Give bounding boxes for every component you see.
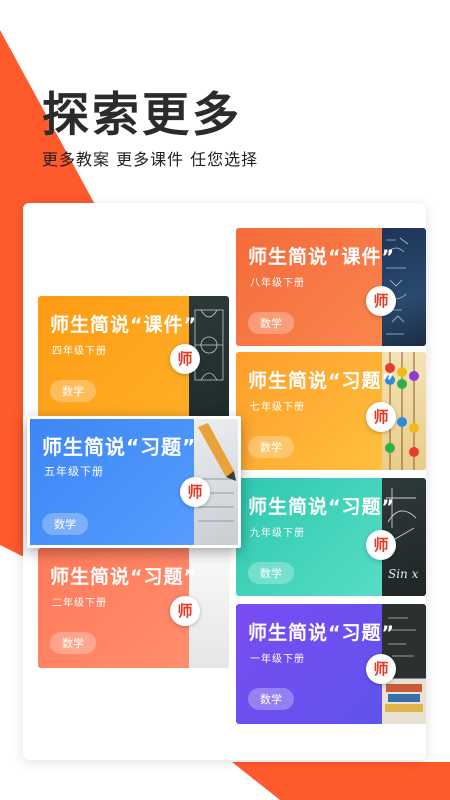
- course-card-grade2[interactable]: 师生简说“习题” 二年级下册 数学 师: [38, 548, 229, 668]
- card-grade: 四年级下册: [52, 346, 107, 357]
- course-card-grade9[interactable]: Sin x 师生简说“习题” 九年级下册 数学 师: [236, 478, 426, 596]
- card-subject-tag: 数学: [248, 688, 294, 710]
- card-grade: 五年级下册: [44, 465, 104, 478]
- card-grade: 七年级下册: [250, 402, 305, 413]
- card-grade: 九年级下册: [250, 528, 305, 539]
- teacher-logo-icon: 师: [180, 477, 210, 507]
- teacher-logo-icon: 师: [170, 596, 200, 626]
- card-subject-tag: 数学: [42, 513, 88, 535]
- card-subject-tag: 数学: [50, 380, 96, 402]
- card-grade: 八年级下册: [250, 278, 305, 289]
- course-card-grade4[interactable]: 师生简说“课件” 四年级下册 数学 师: [38, 296, 229, 424]
- card-title: 师生简说“习题”: [50, 566, 197, 588]
- card-title: 师生简说“课件”: [248, 246, 395, 268]
- teacher-logo-icon: 师: [366, 402, 396, 432]
- course-card-grade1[interactable]: 师生简说“习题” 一年级下册 数学 师: [236, 604, 426, 724]
- card-title: 师生简说“习题”: [248, 370, 395, 392]
- card-grade: 二年级下册: [52, 598, 107, 609]
- teacher-logo-icon: 师: [366, 654, 396, 684]
- teacher-logo-icon: 师: [366, 530, 396, 560]
- card-grade: 一年级下册: [250, 654, 305, 665]
- card-title: 师生简说“课件”: [50, 314, 197, 336]
- course-card-grade5-highlighted[interactable]: 师生简说“习题” 五年级下册 数学 师: [27, 416, 241, 548]
- card-subject-tag: 数学: [50, 632, 96, 654]
- course-card-grade8[interactable]: 师生简说“课件” 八年级下册 数学 师: [236, 228, 426, 346]
- card-subject-tag: 数学: [248, 436, 294, 458]
- page-subtitle: 更多教案 更多课件 任您选择: [42, 150, 259, 169]
- card-subject-tag: 数学: [248, 312, 294, 334]
- card-subject-tag: 数学: [248, 562, 294, 584]
- card-title: 师生简说“习题”: [248, 622, 395, 644]
- course-card-grade7[interactable]: 师生简说“习题” 七年级下册 数学 师: [236, 352, 426, 470]
- teacher-logo-icon: 师: [366, 286, 396, 316]
- svg-text:Sin x: Sin x: [388, 567, 419, 581]
- page-title: 探索更多: [42, 88, 242, 143]
- card-title: 师生简说“习题”: [42, 435, 197, 459]
- teacher-logo-icon: 师: [170, 344, 200, 374]
- card-title: 师生简说“习题”: [248, 496, 395, 518]
